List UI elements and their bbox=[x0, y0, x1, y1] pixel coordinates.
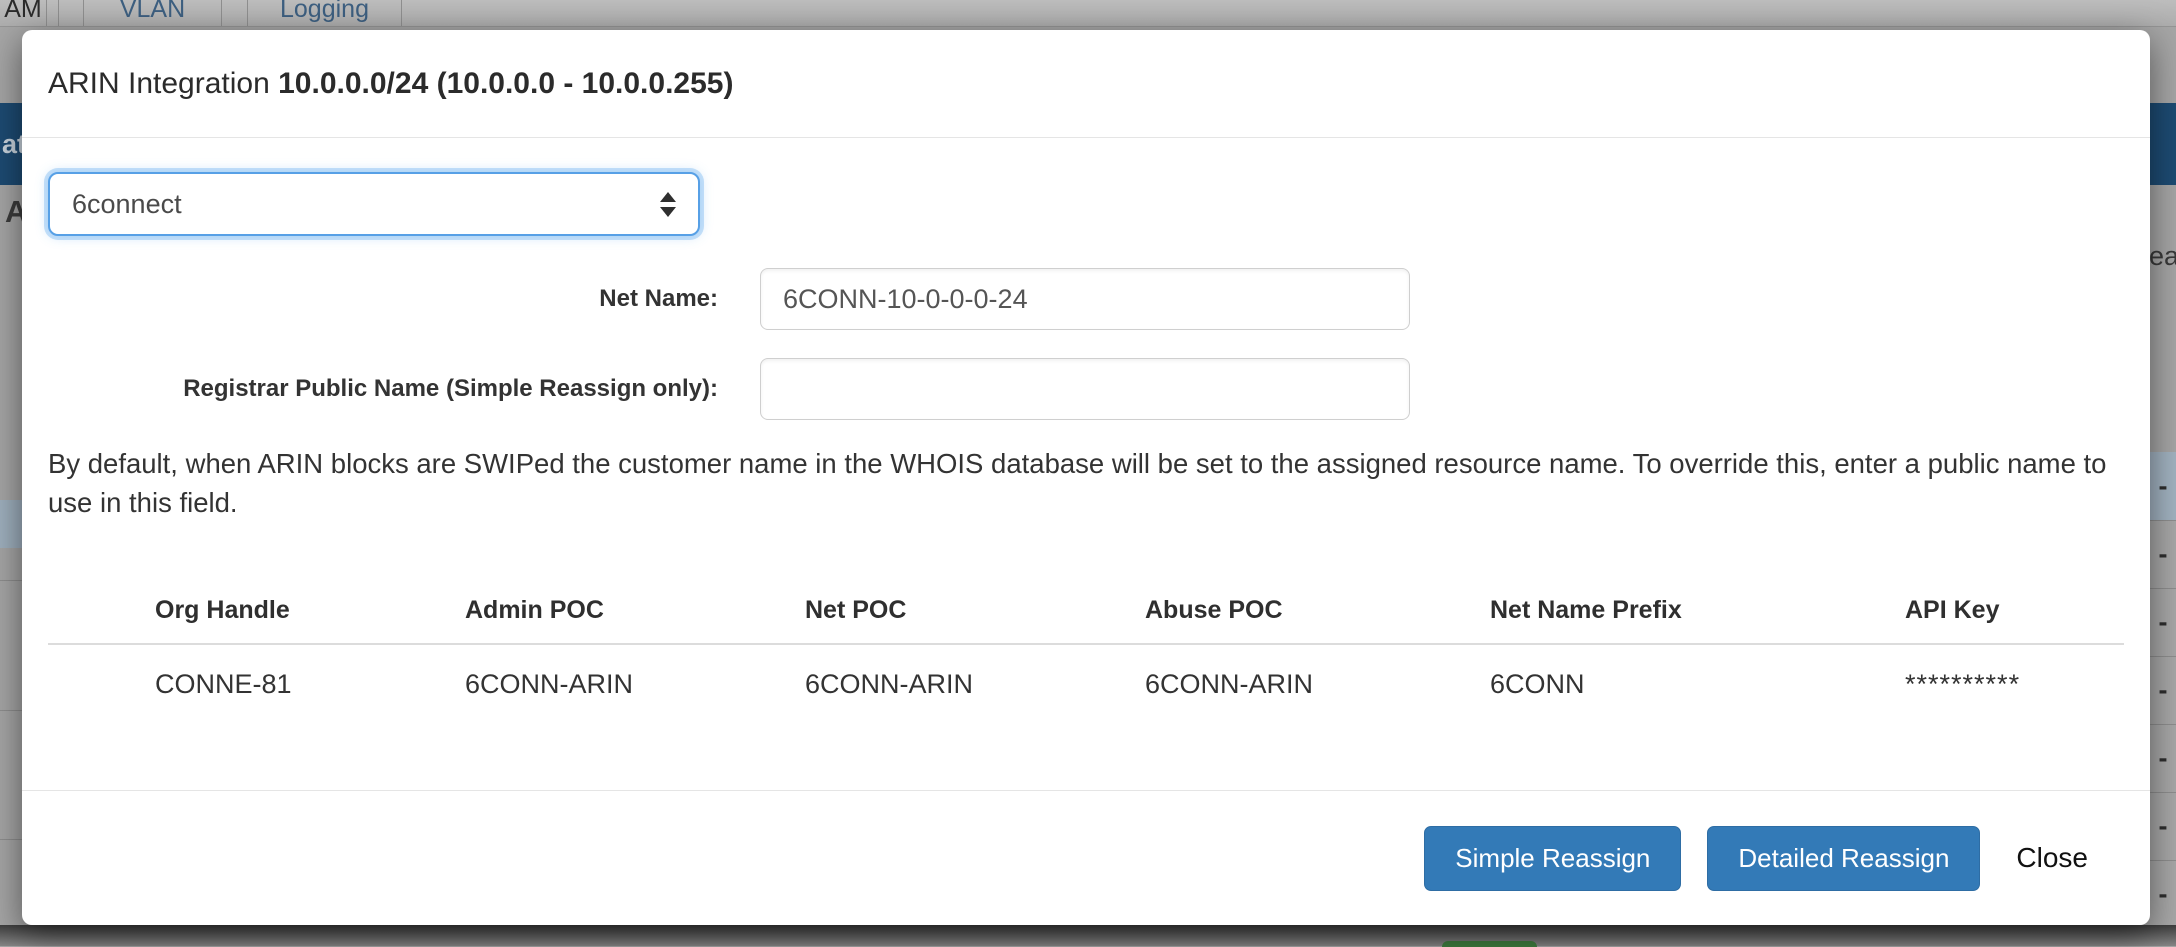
registrar-public-name-label: Registrar Public Name (Simple Reassign o… bbox=[48, 375, 718, 403]
background-table-row: - bbox=[2150, 656, 2176, 724]
admin-poc-cell: 6CONN-ARIN bbox=[465, 644, 805, 764]
integration-select[interactable]: 6connect bbox=[48, 172, 700, 236]
tab-logging[interactable]: Logging bbox=[247, 0, 402, 27]
background-table-row: - bbox=[2150, 860, 2176, 928]
simple-reassign-button[interactable]: Simple Reassign bbox=[1424, 826, 1681, 891]
background-selected-row-right: - bbox=[2150, 452, 2176, 520]
arin-integration-modal: ARIN Integration 10.0.0.0/24 (10.0.0.0 -… bbox=[22, 30, 2150, 925]
abuse-poc-cell: 6CONN-ARIN bbox=[1145, 644, 1490, 764]
modal-drop-shadow-area bbox=[0, 925, 2176, 946]
api-key-cell: ********** bbox=[1905, 644, 2124, 764]
registrar-public-name-row: Registrar Public Name (Simple Reassign o… bbox=[48, 358, 2124, 420]
cell-dash: - bbox=[2159, 471, 2168, 502]
net-name-prefix-cell: 6CONN bbox=[1490, 644, 1905, 764]
cell-dash: - bbox=[2159, 743, 2168, 774]
detailed-reassign-button[interactable]: Detailed Reassign bbox=[1707, 826, 1980, 891]
tab-divider bbox=[58, 0, 59, 27]
table-row: CONNE-81 6CONN-ARIN 6CONN-ARIN 6CONN-ARI… bbox=[48, 644, 2124, 764]
modal-header: ARIN Integration 10.0.0.0/24 (10.0.0.0 -… bbox=[22, 30, 2150, 138]
net-name-row: Net Name: bbox=[48, 268, 2124, 330]
background-text-fragment: ea bbox=[2149, 241, 2176, 272]
org-handle-header: Org Handle bbox=[155, 596, 465, 644]
close-button[interactable]: Close bbox=[2016, 842, 2088, 874]
cell-dash: - bbox=[2159, 675, 2168, 706]
cell-dash: - bbox=[2159, 811, 2168, 842]
net-poc-cell: 6CONN-ARIN bbox=[805, 644, 1145, 764]
modal-title-prefix: ARIN Integration bbox=[48, 67, 278, 100]
integration-select-value: 6connect bbox=[72, 189, 182, 220]
select-stepper-icon bbox=[660, 192, 676, 217]
cell-dash: - bbox=[2159, 879, 2168, 910]
api-key-header: API Key bbox=[1905, 596, 2124, 644]
registrar-public-name-input[interactable] bbox=[760, 358, 1410, 420]
row-divider bbox=[0, 710, 22, 711]
radio-column-header bbox=[48, 596, 155, 644]
modal-body: 6connect Net Name: Registrar Public Name… bbox=[22, 138, 2150, 790]
net-name-prefix-header: Net Name Prefix bbox=[1490, 596, 1905, 644]
cell-dash: - bbox=[2159, 539, 2168, 570]
org-handle-cell: CONNE-81 bbox=[155, 644, 465, 764]
modal-footer: Simple Reassign Detailed Reassign Close bbox=[22, 790, 2150, 925]
background-selected-row-left bbox=[0, 500, 22, 548]
row-divider bbox=[0, 839, 22, 840]
swip-help-text: By default, when ARIN blocks are SWIPed … bbox=[48, 444, 2124, 522]
tab-logging-label: Logging bbox=[280, 0, 369, 24]
tab-vlan[interactable]: VLAN bbox=[83, 0, 222, 27]
admin-poc-header: Admin POC bbox=[465, 596, 805, 644]
modal-title: ARIN Integration 10.0.0.0/24 (10.0.0.0 -… bbox=[48, 67, 733, 101]
row-divider bbox=[0, 580, 22, 581]
table-header-row: Org Handle Admin POC Net POC Abuse POC N… bbox=[48, 596, 2124, 644]
background-table-row: - bbox=[2150, 724, 2176, 792]
net-name-label: Net Name: bbox=[48, 285, 718, 313]
tab-ipam-label: AM bbox=[4, 0, 42, 24]
background-table-row: - bbox=[2150, 792, 2176, 860]
tab-ipam[interactable]: AM bbox=[0, 0, 47, 27]
background-tab-bar: AM VLAN Logging bbox=[0, 0, 2176, 27]
modal-title-detail: 10.0.0.0/24 (10.0.0.0 - 10.0.0.255) bbox=[278, 67, 733, 100]
net-name-input[interactable] bbox=[760, 268, 1410, 330]
tab-vlan-label: VLAN bbox=[120, 0, 185, 24]
background-green-button[interactable] bbox=[1442, 941, 1537, 947]
org-poc-table: Org Handle Admin POC Net POC Abuse POC N… bbox=[48, 596, 2124, 764]
background-table-row: - bbox=[2150, 588, 2176, 656]
cell-dash: - bbox=[2159, 607, 2168, 638]
background-table-row: - bbox=[2150, 520, 2176, 588]
abuse-poc-header: Abuse POC bbox=[1145, 596, 1490, 644]
net-poc-header: Net POC bbox=[805, 596, 1145, 644]
